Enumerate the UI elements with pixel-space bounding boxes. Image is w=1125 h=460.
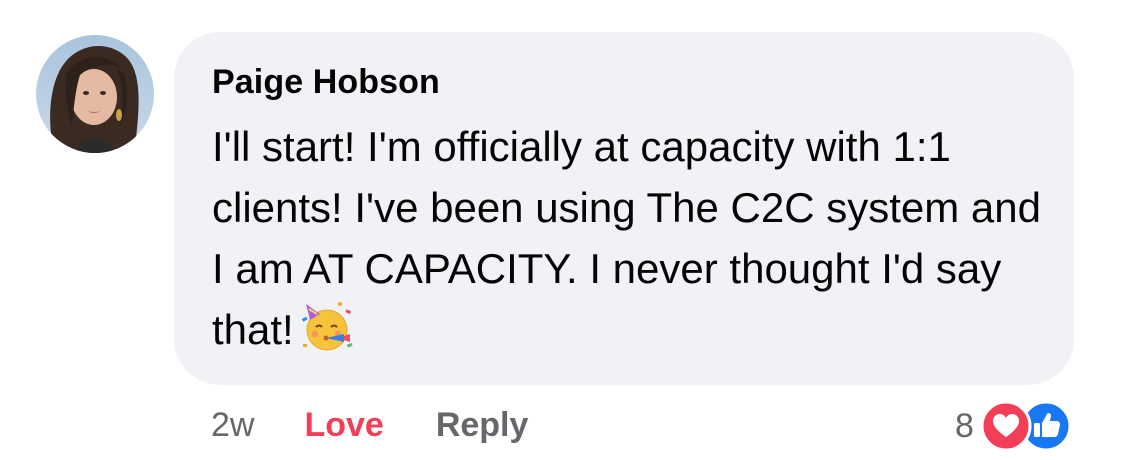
reaction-count: 8	[955, 406, 974, 445]
comment-bubble: Paige Hobson I'll start! I'm officially …	[174, 32, 1074, 385]
comment-body: I'll start! I'm officially at capacity w…	[212, 116, 1052, 370]
reactions-summary[interactable]: 8	[955, 398, 1076, 454]
avatar[interactable]	[36, 35, 154, 153]
comment-timestamp[interactable]: 2w	[211, 406, 254, 445]
love-button[interactable]: Love	[304, 406, 383, 445]
comment-author[interactable]: Paige Hobson	[212, 62, 1044, 102]
reply-button[interactable]: Reply	[436, 406, 529, 445]
profile-photo	[36, 35, 154, 153]
reaction-icons	[980, 400, 1076, 452]
love-reaction-icon	[980, 400, 1032, 457]
partying-face-icon	[300, 300, 354, 370]
comment-actions: 2w Love Reply	[211, 403, 528, 447]
